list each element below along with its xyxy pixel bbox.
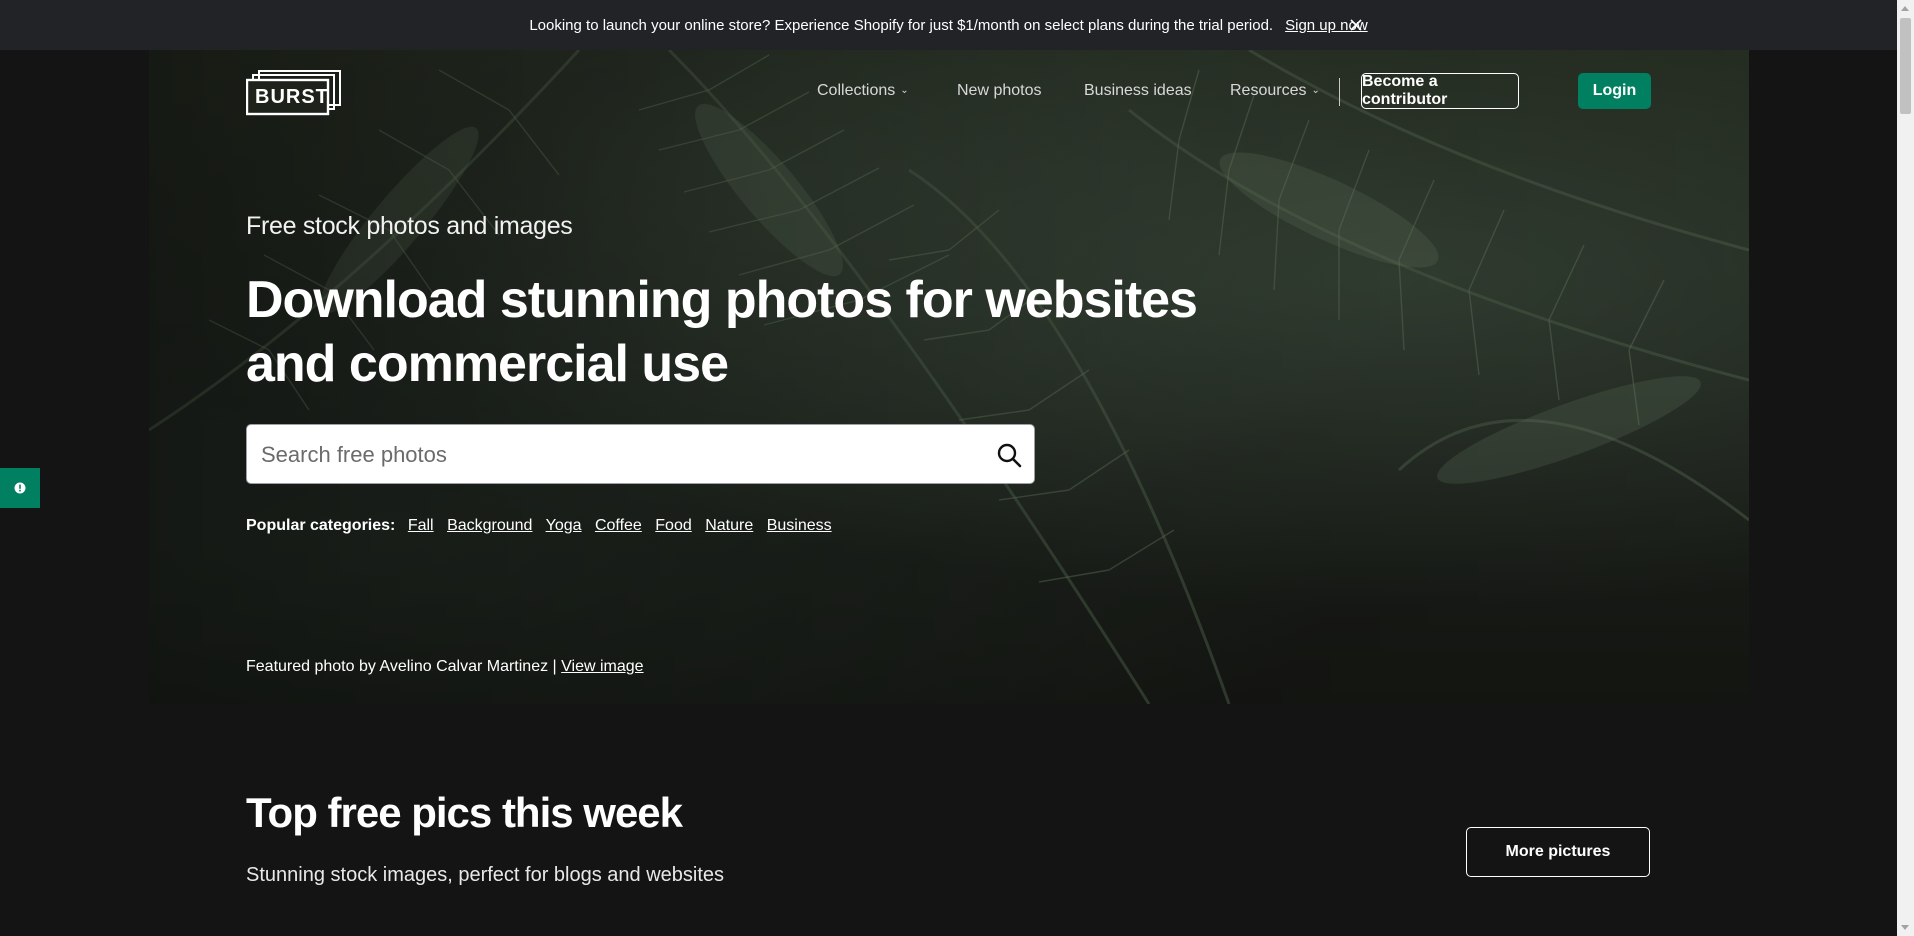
section-subtitle: Stunning stock images, perfect for blogs… [246, 864, 725, 886]
login-button[interactable]: Login [1578, 73, 1651, 109]
featured-credit-text: Featured photo by Avelino Calvar Martine… [246, 658, 557, 675]
nav-item-label: Resources [1230, 82, 1307, 99]
category-link-background[interactable]: Background [447, 517, 532, 534]
view-image-link[interactable]: View image [561, 658, 643, 675]
become-contributor-button[interactable]: Become a contributor [1361, 73, 1519, 109]
info-icon [14, 482, 26, 494]
nav-item-label: Collections [817, 82, 896, 99]
nav-divider [1339, 78, 1340, 106]
nav-item-label: New photos [957, 82, 1042, 99]
scroll-up-arrow-icon[interactable] [1901, 6, 1909, 11]
feedback-tab[interactable] [0, 468, 40, 508]
hero-section: BURST Collections ⌄ New photos Business i… [149, 50, 1749, 704]
category-link-food[interactable]: Food [655, 517, 691, 534]
announcement-bar: Looking to launch your online store? Exp… [0, 0, 1897, 50]
main-nav: Collections ⌄ New photos Business ideas R… [149, 72, 1749, 110]
announcement-message: Looking to launch your online store? Exp… [529, 16, 1274, 34]
section-title: Top free pics this week [246, 789, 683, 836]
category-link-fall[interactable]: Fall [408, 517, 434, 534]
popular-categories-label: Popular categories: [246, 517, 396, 534]
nav-item-collections[interactable]: Collections ⌄ [817, 82, 909, 100]
category-link-coffee[interactable]: Coffee [595, 517, 642, 534]
hero-headline: Download stunning photos for websites an… [246, 271, 1198, 393]
search-box [246, 424, 1035, 485]
page-scrollbar[interactable] [1897, 0, 1914, 936]
category-link-yoga[interactable]: Yoga [546, 517, 582, 534]
more-pictures-button[interactable]: More pictures [1466, 827, 1650, 877]
nav-item-business-ideas[interactable]: Business ideas [1084, 82, 1192, 100]
popular-categories: Popular categories: Fall Background Yoga… [246, 517, 841, 535]
category-link-nature[interactable]: Nature [705, 517, 753, 534]
category-link-business[interactable]: Business [767, 517, 832, 534]
nav-item-label: Business ideas [1084, 82, 1192, 99]
nav-item-resources[interactable]: Resources ⌄ [1230, 82, 1320, 100]
scrollbar-thumb[interactable] [1900, 18, 1911, 114]
search-icon[interactable] [996, 442, 1022, 468]
scroll-down-arrow-icon[interactable] [1901, 925, 1909, 930]
chevron-down-icon: ⌄ [1311, 85, 1320, 97]
search-input[interactable] [259, 425, 963, 485]
nav-item-new-photos[interactable]: New photos [957, 82, 1042, 100]
hero-subtitle: Free stock photos and images [246, 212, 573, 240]
featured-credit: Featured photo by Avelino Calvar Martine… [246, 658, 644, 676]
chevron-down-icon: ⌄ [900, 85, 909, 97]
close-icon[interactable] [1346, 15, 1366, 35]
